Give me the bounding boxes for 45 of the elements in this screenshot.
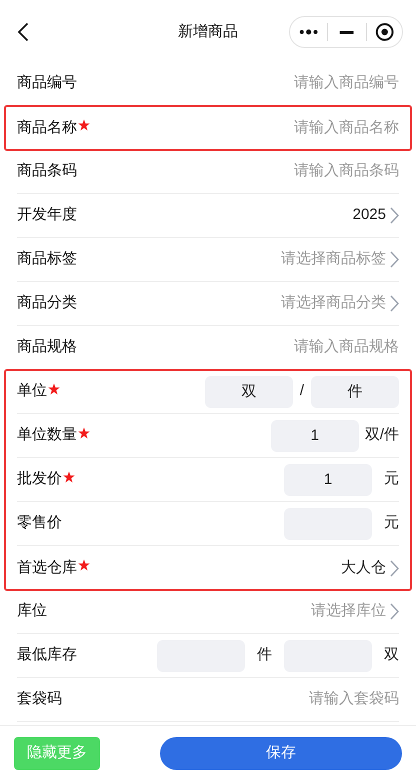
field-label: 零售价 [17, 513, 62, 534]
field-label: 商品名称 [17, 118, 77, 138]
text-field[interactable]: 请输入套袋码 [74, 688, 399, 711]
required-star-icon [78, 426, 90, 438]
field-label: 商品分类 [17, 293, 77, 314]
back-icon[interactable] [17, 22, 29, 42]
select-value[interactable]: 2025 [352, 204, 386, 227]
chevron-right-icon [390, 603, 399, 620]
text-field[interactable]: 请输入商品规格 [89, 336, 399, 359]
field-label: 商品条码 [17, 161, 77, 182]
separator-text: / [300, 381, 304, 402]
field-label: 商品编号 [17, 73, 77, 94]
required-star-icon [78, 559, 90, 571]
unit-text: 元 [383, 513, 399, 534]
unit-text: 双 [384, 645, 399, 666]
field-label: 批发价 [17, 469, 62, 490]
field-label: 最低库存 [17, 645, 77, 666]
field-label: 库位 [17, 601, 47, 622]
field-label: 首选仓库 [17, 558, 77, 578]
number-field[interactable]: 1 [284, 464, 372, 496]
field-label: 商品规格 [17, 337, 77, 358]
required-star-icon [63, 470, 75, 482]
required-star-icon [48, 382, 60, 394]
number-field[interactable]: 1 [270, 420, 359, 452]
chevron-right-icon [390, 295, 399, 312]
chevron-right-icon [390, 560, 399, 576]
page-title: 新增商品 [178, 22, 238, 42]
select-value[interactable]: 大人仓 [341, 556, 386, 580]
field-label: 单位 [17, 381, 47, 402]
number-field[interactable]: 双 [204, 376, 293, 408]
unit-text: 元 [383, 469, 399, 490]
text-field[interactable]: 请输入商品名称 [102, 116, 399, 140]
text-field[interactable]: 请输入商品编号 [89, 72, 399, 95]
field-label: 单位数量 [17, 425, 77, 446]
required-star-icon [78, 119, 90, 131]
unit-text: 件 [257, 645, 272, 666]
save-button[interactable]: 保存 [160, 737, 402, 770]
chevron-right-icon [390, 207, 399, 224]
text-field[interactable]: 请输入商品条码 [89, 160, 399, 183]
field-label: 开发年度 [17, 205, 77, 226]
field-label: 商品标签 [17, 249, 77, 270]
unit-text: 双/件 [364, 425, 399, 446]
chevron-right-icon [390, 251, 399, 268]
field-label: 套袋码 [17, 689, 62, 710]
number-field[interactable]: 件 [311, 376, 399, 408]
